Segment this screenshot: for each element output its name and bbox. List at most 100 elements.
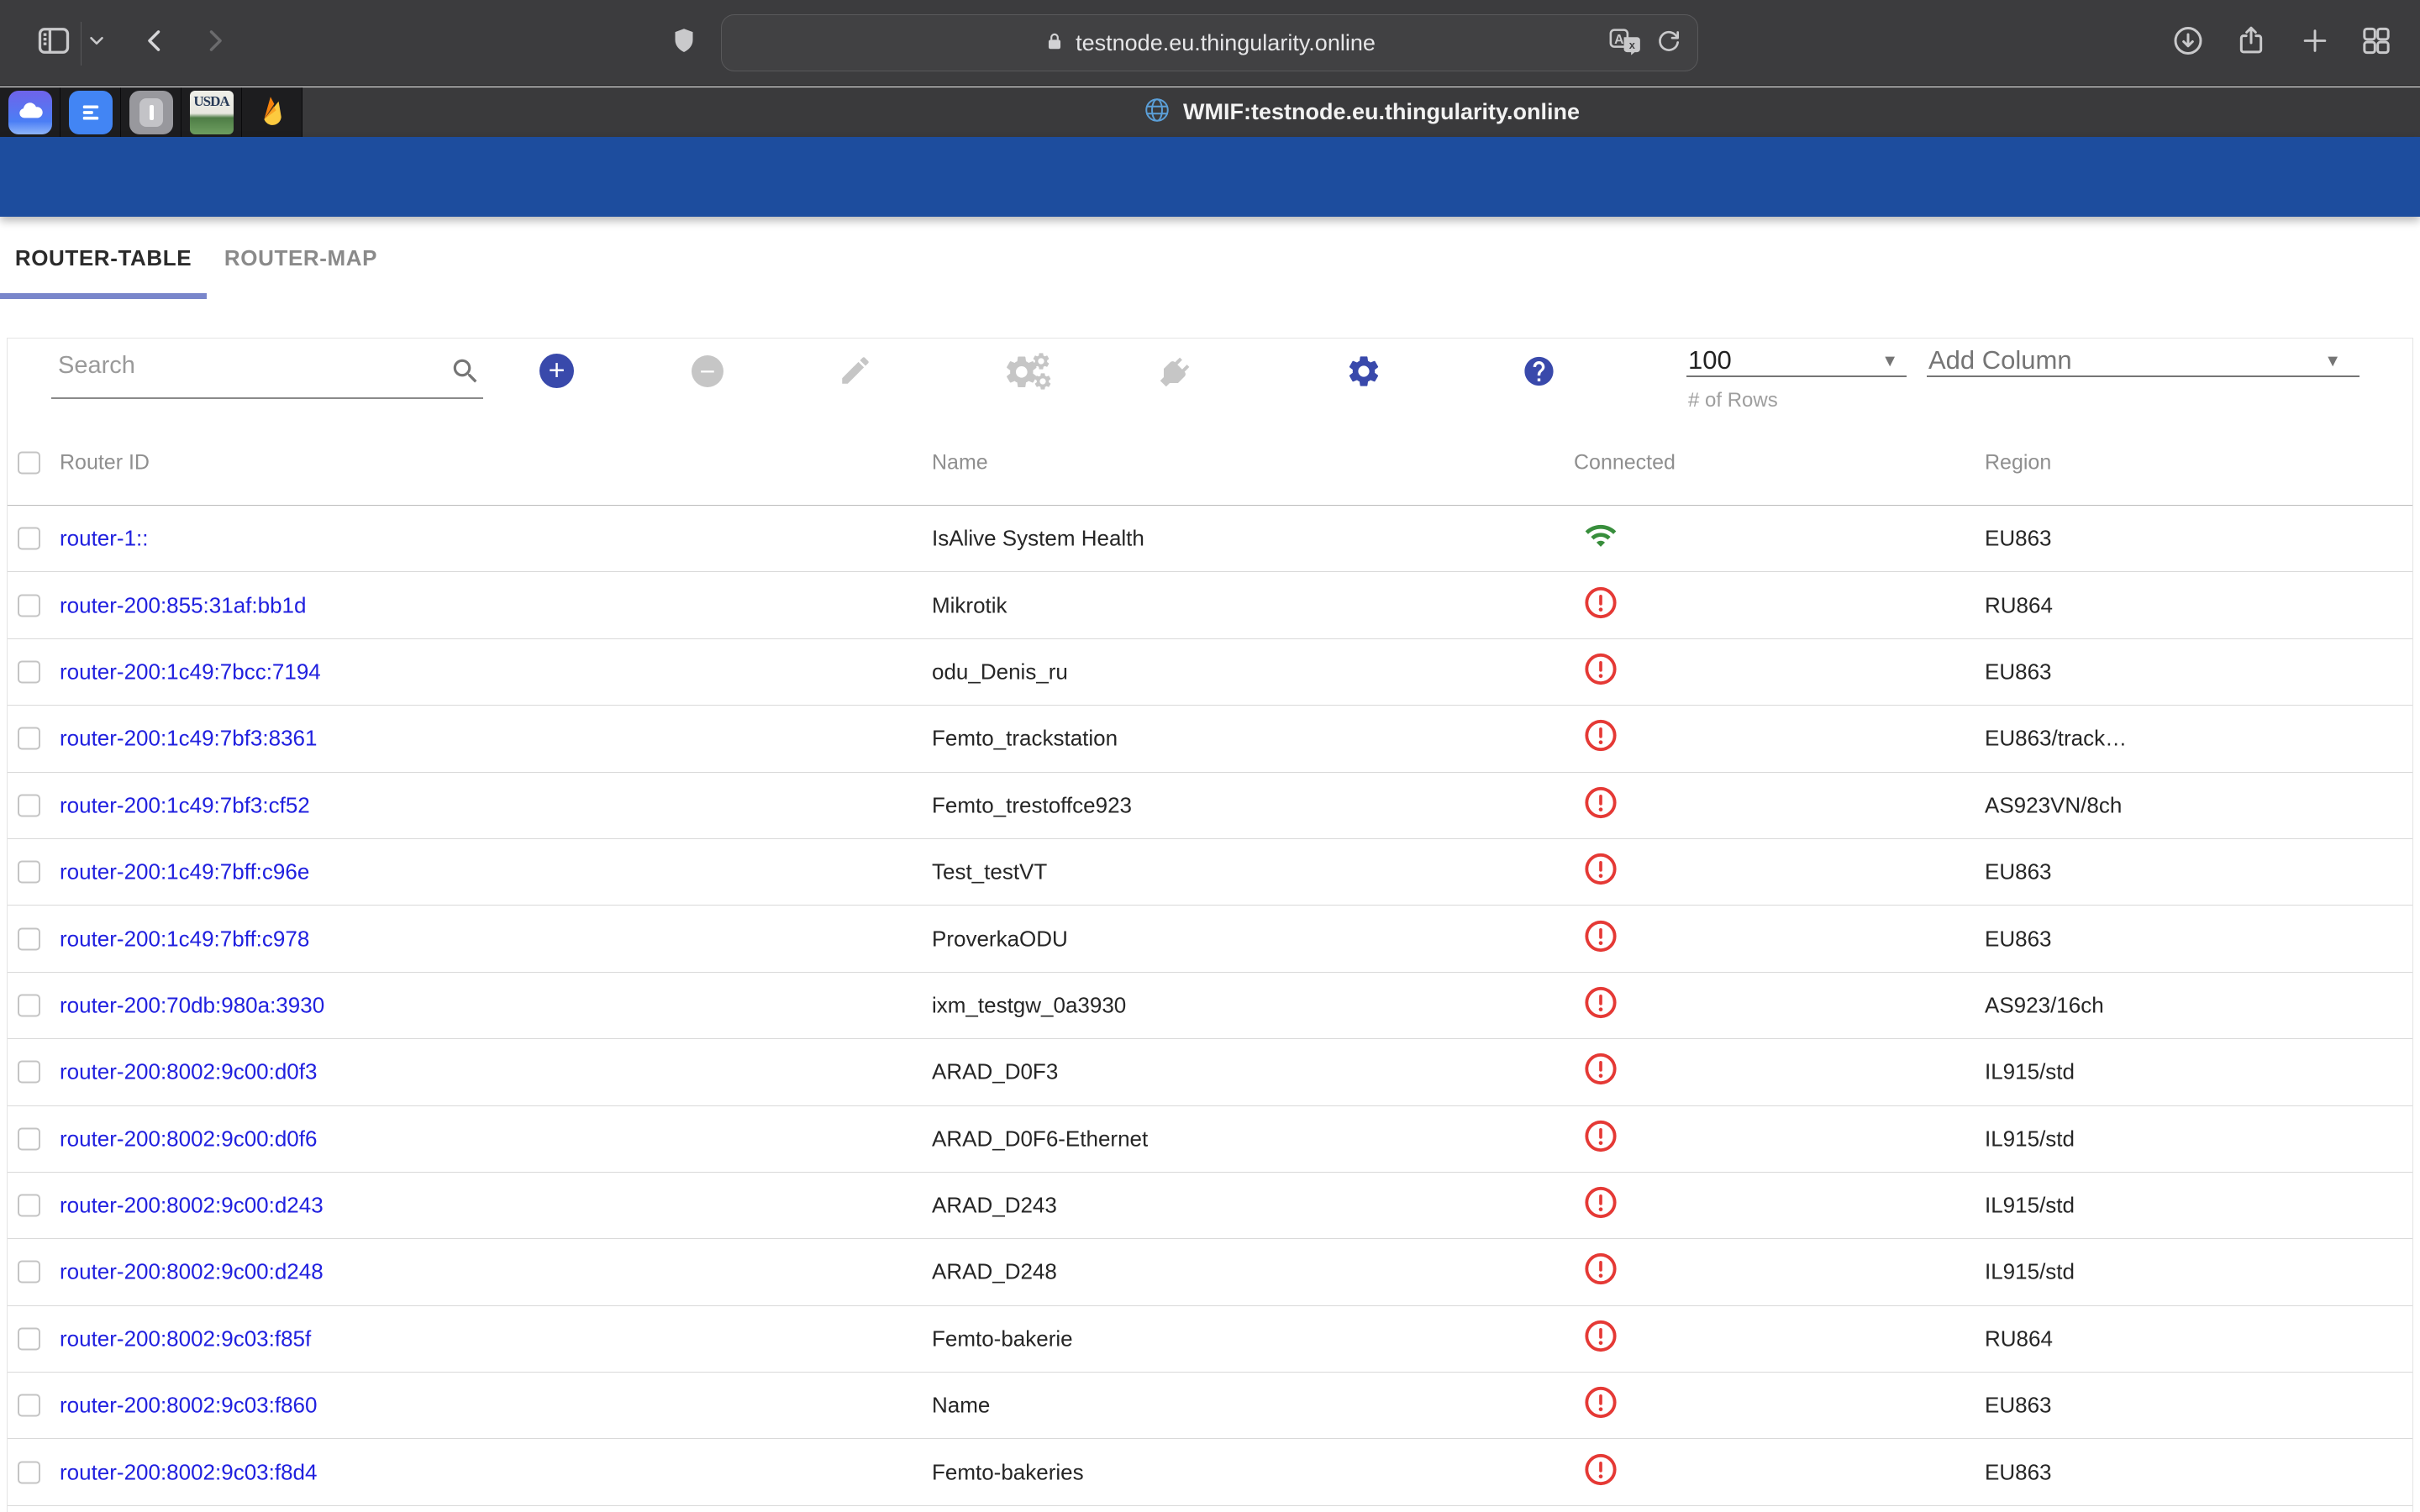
router-region: IL915/std [1985, 1059, 2075, 1085]
tab-overview-icon[interactable] [2360, 24, 2393, 62]
active-tab[interactable]: WMIF:testnode.eu.thingularity.online [302, 87, 2420, 137]
row-checkbox[interactable] [18, 1327, 40, 1350]
router-region: IL915/std [1985, 1259, 2075, 1285]
column-header-connected[interactable]: Connected [1574, 451, 1676, 475]
docs-favicon [69, 91, 113, 134]
tab-bar: USDA WMIF:testnode.eu.thingularity.onlin… [0, 87, 2420, 137]
pinned-tab-cloud[interactable] [0, 87, 60, 137]
router-id-link[interactable]: router-200:8002:9c00:d0f6 [60, 1126, 317, 1152]
help-button[interactable] [2275, 297, 2310, 337]
router-id-link[interactable]: router-200:1c49:7bf3:8361 [60, 726, 317, 752]
table-help-button[interactable] [1522, 354, 1556, 388]
router-id-link[interactable]: router-1:: [60, 526, 149, 552]
column-header-name[interactable]: Name [932, 451, 988, 475]
router-name: Femto_trestoffce923 [932, 792, 1132, 818]
back-button-icon[interactable] [141, 24, 170, 62]
share-icon[interactable] [2234, 24, 2268, 63]
router-id-link[interactable]: router-200:8002:9c03:f85f [60, 1326, 311, 1352]
edit-router-button[interactable] [838, 353, 873, 392]
rows-per-page-select[interactable]: 100 ▼ [1686, 340, 1907, 377]
reload-icon[interactable] [1655, 28, 1682, 59]
row-checkbox[interactable] [18, 1461, 40, 1483]
pinned-tab-docs[interactable] [60, 87, 121, 137]
router-name: Femto_trackstation [932, 726, 1118, 752]
alert-disconnected-icon [1584, 1052, 1618, 1087]
chevron-down-icon: ▼ [2324, 352, 2341, 371]
router-name: ARAD_D0F6-Ethernet [932, 1126, 1148, 1152]
settings-button[interactable] [1345, 353, 1382, 394]
router-name: ProverkaODU [932, 926, 1068, 952]
add-router-button[interactable]: + [539, 354, 574, 388]
menu-icon[interactable] [55, 303, 92, 331]
configure-routers-button[interactable] [1002, 353, 1055, 397]
row-checkbox[interactable] [18, 861, 40, 884]
alert-disconnected-icon [1584, 984, 1618, 1020]
pinned-tab-info[interactable] [121, 87, 182, 137]
address-bar[interactable]: testnode.eu.thingularity.online A x [721, 14, 1698, 71]
router-id-link[interactable]: router-200:70db:980a:3930 [60, 992, 324, 1018]
rows-per-page-caption: # of Rows [1688, 389, 1778, 412]
router-region: EU863/track… [1985, 726, 2127, 752]
row-checkbox[interactable] [18, 594, 40, 617]
row-checkbox[interactable] [18, 1061, 40, 1084]
alert-disconnected-icon [1584, 1185, 1618, 1221]
router-name: ARAD_D0F3 [932, 1059, 1058, 1085]
column-header-region[interactable]: Region [1985, 451, 2051, 475]
tab-router-table[interactable]: ROUTER-TABLE [0, 217, 207, 299]
table-row: router-200:1c49:7bff:c978 ProverkaODU EU… [8, 906, 2412, 972]
router-id-link[interactable]: router-200:8002:9c00:d0f3 [60, 1059, 317, 1085]
router-id-link[interactable]: router-200:1c49:7bff:c978 [60, 926, 309, 952]
router-region: EU863 [1985, 926, 2052, 952]
search-icon [450, 355, 481, 391]
privacy-shield-icon[interactable] [669, 24, 699, 63]
row-checkbox[interactable] [18, 1394, 40, 1417]
column-header-router-id[interactable]: Router ID [60, 451, 150, 475]
router-name: odu_Denis_ru [932, 659, 1068, 685]
chevron-down-icon[interactable] [86, 30, 108, 56]
router-region: EU863 [1985, 1393, 2052, 1419]
router-region: EU863 [1985, 1459, 2052, 1485]
forward-button-icon[interactable] [200, 24, 229, 62]
router-id-link[interactable]: router-200:8002:9c03:f860 [60, 1393, 317, 1419]
row-checkbox[interactable] [18, 727, 40, 750]
downloads-icon[interactable] [2171, 24, 2205, 62]
pinned-tab-usda[interactable]: USDA [182, 87, 242, 137]
row-checkbox[interactable] [18, 1194, 40, 1217]
refresh-button[interactable] [2099, 297, 2134, 337]
connect-router-button[interactable] [1154, 353, 1194, 397]
search-input[interactable] [58, 352, 428, 380]
row-checkbox[interactable] [18, 1127, 40, 1150]
row-checkbox[interactable] [18, 994, 40, 1016]
select-all-checkbox[interactable] [18, 452, 40, 475]
page-tab-strip: ROUTER-TABLE ROUTER-MAP [0, 217, 2420, 299]
new-tab-icon[interactable] [2299, 25, 2331, 61]
router-id-link[interactable]: router-200:8002:9c03:f8d4 [60, 1459, 317, 1485]
router-name: Femto-bakerie [932, 1326, 1073, 1352]
pinned-tab-firebase[interactable] [242, 87, 302, 137]
router-id-link[interactable]: router-200:1c49:7bff:c96e [60, 859, 309, 885]
router-id-link[interactable]: router-200:1c49:7bcc:7194 [60, 659, 321, 685]
table-row: router-200:1c49:7bf3:8361 Femto_tracksta… [8, 706, 2412, 772]
router-region: AS923/16ch [1985, 992, 2104, 1018]
router-name: Mikrotik [932, 592, 1007, 618]
alert-disconnected-icon [1584, 1118, 1618, 1153]
add-column-select[interactable]: Add Column ▼ [1927, 340, 2360, 377]
row-checkbox[interactable] [18, 1261, 40, 1284]
router-region: RU864 [1985, 592, 2053, 618]
alert-disconnected-icon [1584, 1318, 1618, 1353]
row-checkbox[interactable] [18, 660, 40, 683]
translate-icon[interactable]: A x [1608, 26, 1642, 60]
row-checkbox[interactable] [18, 927, 40, 950]
row-checkbox[interactable] [18, 794, 40, 816]
row-checkbox[interactable] [18, 528, 40, 550]
router-id-link[interactable]: router-200:1c49:7bf3:cf52 [60, 792, 310, 818]
account-selector[interactable]: Admin ▼ [1491, 286, 2044, 345]
router-region: RU864 [1985, 1326, 2053, 1352]
remove-router-button[interactable]: − [692, 355, 723, 387]
alert-disconnected-icon [1584, 1385, 1618, 1420]
router-id-link[interactable]: router-200:8002:9c00:d243 [60, 1193, 324, 1219]
sidebar-toggle-icon[interactable] [35, 23, 72, 64]
chevron-down-icon: ▼ [2005, 305, 2023, 327]
router-id-link[interactable]: router-200:8002:9c00:d248 [60, 1259, 324, 1285]
router-id-link[interactable]: router-200:855:31af:bb1d [60, 592, 306, 618]
